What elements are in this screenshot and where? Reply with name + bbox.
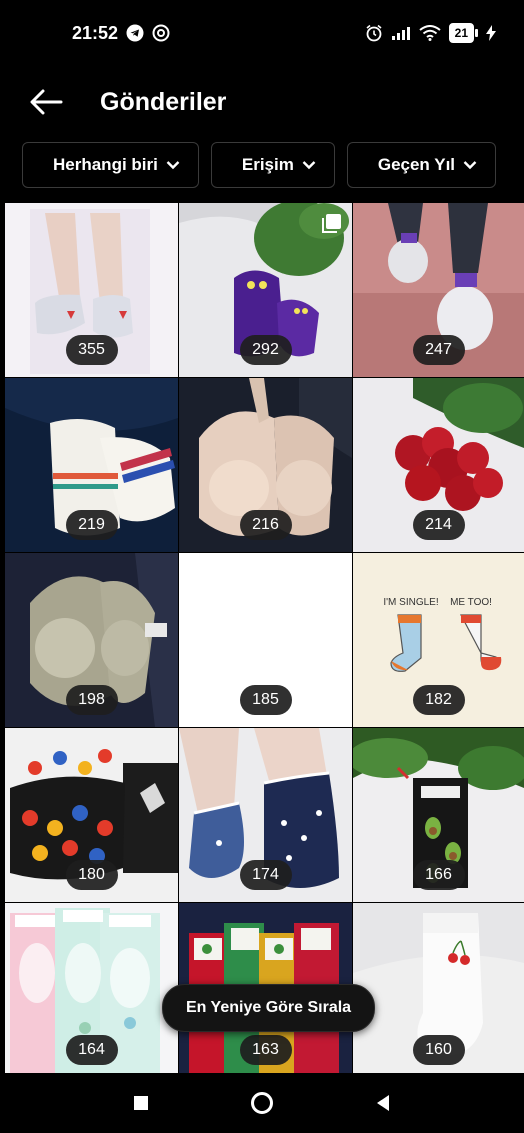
sort-newest-button[interactable]: En Yeniye Göre Sırala: [162, 984, 375, 1032]
post-thumbnail[interactable]: 185: [179, 553, 352, 727]
reach-count-badge: 164: [65, 1035, 118, 1065]
reach-count-badge: 182: [412, 685, 465, 715]
chevron-down-icon: [166, 160, 180, 170]
back-nav-button[interactable]: [363, 1083, 403, 1123]
recent-apps-button[interactable]: [121, 1083, 161, 1123]
post-thumbnail[interactable]: 219: [5, 378, 178, 552]
signal-icon: [391, 25, 411, 41]
reach-count-badge: 174: [239, 860, 292, 890]
filter-chip-label: Erişim: [241, 155, 294, 174]
reach-count-badge: 247: [412, 335, 465, 365]
reach-count-badge: 216: [239, 510, 292, 540]
post-thumbnail[interactable]: 292: [179, 203, 352, 377]
charging-icon: [486, 25, 496, 41]
battery-level: 21: [448, 23, 474, 43]
battery-icon: 21: [448, 23, 478, 43]
circle-icon: [250, 1092, 273, 1114]
reach-count-badge: 292: [239, 335, 292, 365]
post-thumbnail[interactable]: 198: [5, 553, 178, 727]
post-thumbnail[interactable]: 247: [353, 203, 524, 377]
filter-chip-period[interactable]: Geçen Yıl: [346, 142, 497, 188]
status-bar: 21:52 21: [0, 0, 524, 66]
reach-count-badge: 166: [412, 860, 465, 890]
status-right: 21: [365, 23, 496, 43]
app-header: Gönderiler: [0, 66, 524, 138]
thumbnail-text-metoo: ME TOO!: [450, 597, 492, 608]
thumbnail-text-single: I'M SINGLE!: [383, 597, 438, 608]
filter-chip-type[interactable]: Herhangi biri: [22, 142, 199, 188]
reach-count-badge: 355: [65, 335, 118, 365]
reach-count-badge: 185: [239, 685, 292, 715]
reach-count-badge: 198: [65, 685, 118, 715]
post-thumbnail[interactable]: 174: [179, 728, 352, 902]
post-thumbnail[interactable]: 214: [353, 378, 524, 552]
square-icon: [133, 1096, 148, 1110]
reach-count-badge: 160: [412, 1035, 465, 1065]
post-thumbnail[interactable]: 180: [5, 728, 178, 902]
post-thumbnail[interactable]: 164: [5, 903, 178, 1077]
posts-grid: 355 292 247 219 216 214 198 185 I'M SING…: [5, 203, 524, 1077]
reach-count-badge: 180: [65, 860, 118, 890]
post-thumbnail[interactable]: 355: [5, 203, 178, 377]
reach-count-badge: 219: [65, 510, 118, 540]
post-thumbnail[interactable]: 216: [179, 378, 352, 552]
system-nav-bar: [0, 1073, 524, 1133]
at-sign-icon: [152, 24, 170, 42]
filter-chip-label: Geçen Yıl: [377, 155, 456, 174]
triangle-back-icon: [377, 1095, 390, 1111]
status-left: 21:52: [72, 23, 170, 44]
page-title: Gönderiler: [100, 87, 227, 116]
arrow-left-icon: [30, 89, 63, 115]
home-button[interactable]: [242, 1083, 282, 1123]
filter-bar: Herhangi biri Erişim Geçen Yıl: [22, 142, 524, 188]
multiple-photos-icon: [320, 213, 342, 235]
reach-count-badge: 163: [239, 1035, 292, 1065]
chevron-down-icon: [302, 160, 316, 170]
chevron-down-icon: [463, 160, 477, 170]
status-time: 21:52: [72, 22, 119, 43]
filter-chip-metric[interactable]: Erişim: [210, 142, 335, 188]
alarm-icon: [365, 24, 383, 42]
post-thumbnail[interactable]: 160: [353, 903, 524, 1077]
post-thumbnail[interactable]: I'M SINGLE! ME TOO! 182: [353, 553, 524, 727]
post-thumbnail[interactable]: 166: [353, 728, 524, 902]
filter-chip-label: Herhangi biri: [53, 155, 158, 174]
reach-count-badge: 214: [412, 510, 465, 540]
telegram-icon: [126, 24, 144, 42]
back-button[interactable]: [22, 78, 70, 126]
wifi-icon: [419, 25, 441, 41]
